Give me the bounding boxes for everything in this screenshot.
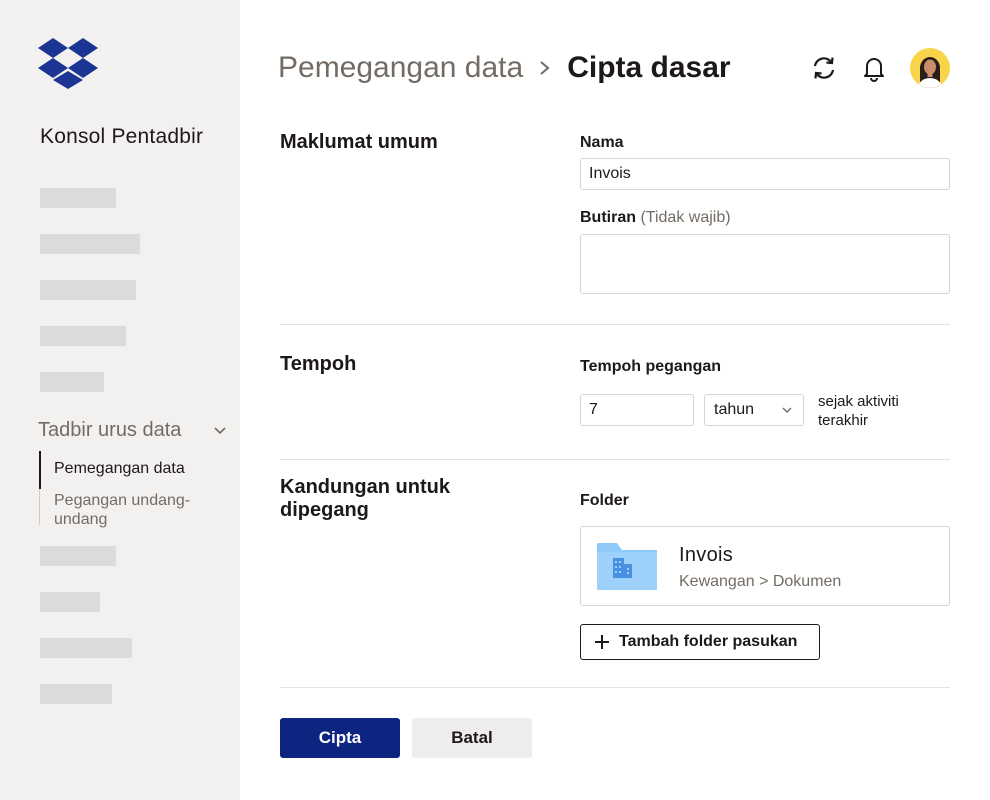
avatar[interactable]	[910, 48, 950, 88]
folder-name: Invois	[679, 544, 734, 566]
retention-unit-select[interactable]: tahun	[704, 394, 804, 426]
console-title: Konsol Pentadbir	[40, 125, 204, 148]
chevron-down-icon	[214, 427, 226, 435]
nav-placeholder[interactable]	[40, 234, 140, 254]
chevron-right-icon	[540, 61, 550, 75]
team-folder-icon	[597, 543, 657, 590]
nav-placeholder[interactable]	[40, 638, 132, 658]
add-team-folder-button[interactable]: Tambah folder pasukan	[580, 624, 820, 660]
chevron-down-icon	[782, 407, 792, 413]
folder-label: Folder	[580, 492, 629, 509]
nav-placeholder[interactable]	[40, 280, 136, 300]
details-label: Butiran (Tidak wajib)	[580, 209, 731, 227]
details-optional-text: (Tidak wajib)	[640, 209, 731, 226]
sync-icon[interactable]	[810, 54, 838, 82]
breadcrumb: Pemegangan data Cipta dasar	[278, 50, 731, 86]
bell-icon[interactable]	[860, 54, 888, 82]
sidebar: Konsol Pentadbir Tadbir urus data Pemega…	[0, 0, 240, 800]
details-textarea[interactable]	[580, 234, 950, 294]
section-divider	[280, 324, 950, 325]
plus-icon	[595, 635, 609, 649]
page-title: Cipta dasar	[567, 51, 731, 84]
nav-placeholder[interactable]	[40, 188, 116, 208]
name-input[interactable]	[580, 158, 950, 190]
name-label: Nama	[580, 134, 624, 151]
retention-unit-value: tahun	[714, 401, 755, 418]
add-team-folder-label: Tambah folder pasukan	[619, 633, 798, 650]
nav-group-label: Tadbir urus data	[38, 418, 182, 441]
nav-placeholder[interactable]	[40, 592, 100, 612]
folder-card[interactable]: Invois Kewangan > Dokumen	[580, 526, 950, 606]
nav-placeholder[interactable]	[40, 546, 116, 566]
section-title-content: Kandungan untuk dipegang	[280, 476, 450, 521]
since-last-activity-text: sejak aktiviti terakhir	[818, 393, 899, 429]
nav-placeholder[interactable]	[40, 684, 112, 704]
nav-group-data-governance[interactable]: Tadbir urus data	[38, 417, 228, 443]
folder-path: Kewangan > Dokumen	[679, 573, 842, 590]
section-title-duration: Tempoh	[280, 353, 357, 375]
retention-value-input[interactable]	[580, 394, 694, 426]
sidebar-item-legal-holds[interactable]: Pegangan undang-undang	[39, 489, 229, 528]
cancel-button[interactable]: Batal	[412, 718, 532, 758]
create-button[interactable]: Cipta	[280, 718, 400, 758]
breadcrumb-parent[interactable]: Pemegangan data	[278, 51, 523, 85]
retention-label: Tempoh pegangan	[580, 358, 722, 375]
dropbox-logo-icon[interactable]	[38, 38, 98, 90]
details-label-text: Butiran	[580, 209, 636, 226]
section-divider	[280, 687, 950, 688]
section-divider	[280, 459, 950, 460]
nav-placeholder[interactable]	[40, 372, 104, 392]
sidebar-item-data-retention[interactable]: Pemegangan data	[39, 451, 229, 489]
section-title-general: Maklumat umum	[280, 131, 438, 153]
user-avatar-icon	[918, 57, 942, 88]
nav-placeholder[interactable]	[40, 326, 126, 346]
